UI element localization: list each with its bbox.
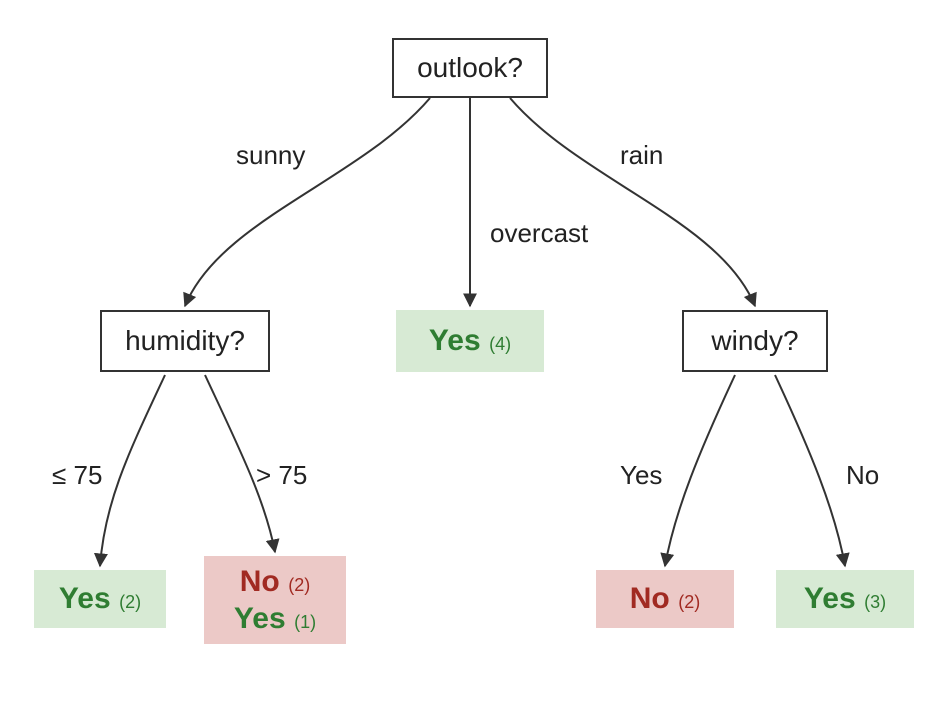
decision-tree-diagram: outlook? humidity? windy? Yes (4) Yes (2… xyxy=(0,0,938,704)
node-outlook: outlook? xyxy=(392,38,548,98)
edge-label-windy-yes: Yes xyxy=(620,460,662,491)
leaf-windy-yes: No (2) xyxy=(596,570,734,628)
leaf-windy-yes-result: No xyxy=(630,582,670,615)
node-humidity-label: humidity? xyxy=(125,325,245,357)
leaf-windy-no-count: (3) xyxy=(864,592,886,612)
leaf-windy-no-result: Yes xyxy=(804,582,856,615)
leaf-windy-no: Yes (3) xyxy=(776,570,914,628)
leaf-humidity-gt75-secondary-count: (1) xyxy=(294,612,316,632)
node-windy-label: windy? xyxy=(711,325,798,357)
edge-label-rain: rain xyxy=(620,140,663,171)
leaf-windy-yes-count: (2) xyxy=(678,592,700,612)
leaf-overcast-count: (4) xyxy=(489,334,511,354)
edge-label-sunny: sunny xyxy=(236,140,305,171)
node-windy: windy? xyxy=(682,310,828,372)
leaf-humidity-gt75: No (2) Yes (1) xyxy=(204,556,346,644)
leaf-overcast-result: Yes xyxy=(429,324,481,357)
leaf-humidity-gt75-secondary-result: Yes xyxy=(234,602,286,635)
leaf-humidity-le75-result: Yes xyxy=(59,582,111,615)
leaf-humidity-le75: Yes (2) xyxy=(34,570,166,628)
node-outlook-label: outlook? xyxy=(417,52,523,84)
leaf-humidity-gt75-primary-result: No xyxy=(240,565,280,598)
edge-label-overcast: overcast xyxy=(490,218,588,249)
leaf-humidity-le75-count: (2) xyxy=(119,592,141,612)
edge-label-humidity-gt75: > 75 xyxy=(256,460,307,491)
edge-label-windy-no: No xyxy=(846,460,879,491)
leaf-humidity-gt75-primary-count: (2) xyxy=(288,575,310,595)
edge-label-humidity-le75: ≤ 75 xyxy=(52,460,102,491)
leaf-overcast: Yes (4) xyxy=(396,310,544,372)
node-humidity: humidity? xyxy=(100,310,270,372)
